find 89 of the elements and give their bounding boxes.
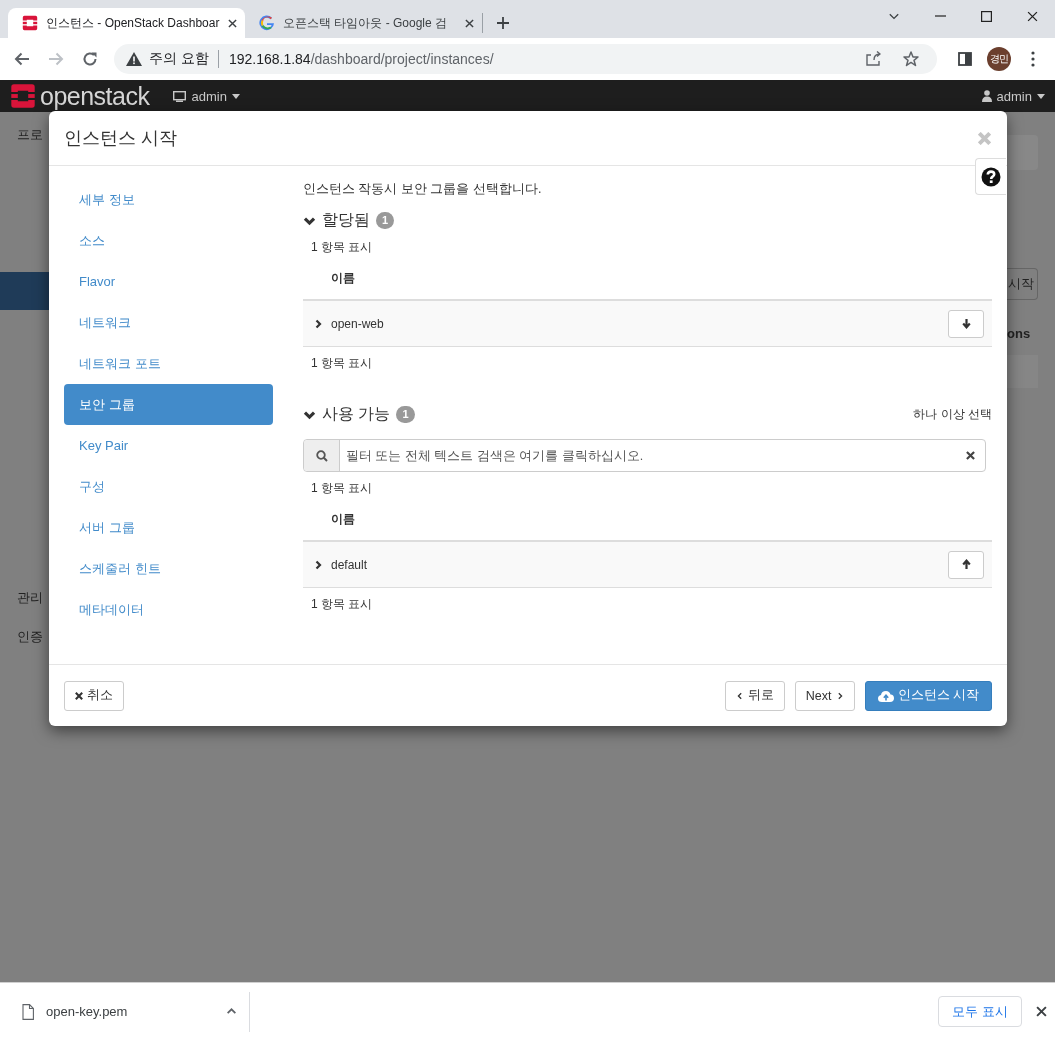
google-g-icon — [259, 15, 275, 31]
search-box[interactable]: 필터 또는 전체 텍스트 검색은 여기를 클릭하십시오. — [303, 439, 986, 472]
close-icon — [465, 18, 474, 28]
browser-tab[interactable]: 인스턴스 - OpenStack Dashboar — [8, 8, 245, 38]
chevron-up-icon — [226, 1006, 237, 1017]
hint-text: 하나 이상 선택 — [913, 405, 992, 423]
help-button[interactable] — [975, 158, 1006, 195]
monitor-icon — [173, 90, 187, 102]
item-count-text: 1 항목 표시 — [310, 239, 374, 255]
down-arrow-icon — [960, 318, 972, 329]
minimize-icon — [934, 15, 946, 17]
logo-text: openstack — [40, 83, 150, 109]
item-count-text: 1 항목 표시 — [310, 596, 374, 612]
wizard-step[interactable]: Flavor — [64, 261, 273, 302]
close-icon — [228, 18, 237, 28]
star-icon — [903, 51, 919, 67]
show-all-button[interactable]: 모두 표시 — [938, 996, 1022, 1027]
wizard-step[interactable]: Key Pair — [64, 425, 273, 466]
browser-tab[interactable]: 오픈스택 타임아웃 - Google 검 — [245, 8, 482, 38]
close-icon — [1026, 10, 1038, 22]
table-cell-text: open-web — [331, 316, 385, 331]
close-icon — [1036, 1006, 1047, 1017]
back-button[interactable]: 뒤로 — [724, 680, 785, 711]
chevron-right-icon — [313, 559, 323, 570]
section-title[interactable]: 할당됨 — [322, 209, 370, 231]
chevron-right-icon — [835, 691, 844, 700]
wizard-step[interactable]: 세부 정보 — [64, 179, 273, 220]
item-count-text: 1 항목 표시 — [310, 355, 374, 371]
filter-panel — [1007, 135, 1038, 170]
openstack-logo-icon — [22, 15, 38, 31]
count-badge: 1 — [396, 405, 415, 423]
table-row — [1007, 355, 1038, 388]
close-icon — [966, 451, 975, 460]
wizard-step[interactable]: 네트워크 — [64, 302, 273, 343]
url-text: 192.168.1.84/dashboard/project/instances/ — [227, 51, 495, 67]
sidebar-highlight — [0, 272, 49, 310]
item-count-text: 1 항목 표시 — [310, 480, 374, 496]
user-icon — [981, 90, 992, 102]
maximize-icon — [980, 10, 992, 22]
column-header: ons — [1007, 326, 1031, 341]
wizard-step[interactable]: 메타데이터 — [64, 589, 273, 630]
download-item[interactable]: open-key.pem — [22, 991, 237, 1032]
reload-icon — [82, 51, 98, 67]
caret-icon — [231, 93, 240, 99]
description-text: 인스턴스 작동시 보안 그룹을 선택합니다. — [303, 181, 543, 197]
sidebar-item[interactable]: 프로 — [0, 126, 49, 144]
chevron-right-icon — [313, 318, 323, 329]
table-cell-text: default — [331, 557, 369, 572]
close-icon — [978, 131, 991, 145]
launch-instance-button[interactable]: 인스턴스 시작 — [864, 680, 992, 711]
help-icon — [981, 166, 1001, 187]
forward-arrow-icon — [48, 51, 64, 67]
share-icon — [865, 51, 881, 67]
wizard-step[interactable]: 소스 — [64, 220, 273, 261]
dialog-title: 인스턴스 시작 — [64, 127, 177, 150]
file-icon — [22, 1003, 34, 1020]
launch-button[interactable]: 시작 — [1007, 268, 1038, 300]
wizard-step[interactable]: 네트워크 포트 — [64, 343, 273, 384]
wizard-step[interactable]: 스케줄러 힌트 — [64, 548, 273, 589]
menu-icon — [1031, 51, 1035, 67]
chevron-left-icon — [735, 691, 744, 700]
project-menu[interactable]: admin — [173, 88, 240, 104]
cloud-upload-icon — [877, 689, 894, 702]
security-indicator[interactable]: 주의 요함 — [126, 50, 219, 68]
sidebar-item[interactable]: 인증 — [0, 628, 49, 646]
allocate-button[interactable] — [948, 550, 984, 579]
section-title[interactable]: 사용 가능 — [322, 403, 391, 425]
address-bar[interactable]: 주의 요함 192.168.1.84/dashboard/project/instances/ — [114, 44, 937, 74]
search-icon — [315, 449, 328, 462]
sidebar-item[interactable]: 관리 — [0, 589, 49, 607]
plus-icon — [496, 16, 510, 30]
openstack-logo-icon — [10, 83, 36, 109]
wizard-step[interactable]: 서버 그룹 — [64, 507, 273, 548]
up-arrow-icon — [960, 559, 972, 570]
profile-avatar[interactable]: 경민 — [987, 47, 1011, 71]
back-arrow-icon — [14, 51, 30, 67]
wizard-step[interactable]: 보안 그룹 — [64, 384, 273, 425]
count-badge: 1 — [376, 211, 395, 229]
deallocate-button[interactable] — [948, 309, 984, 338]
warning-icon — [126, 52, 142, 66]
next-button[interactable]: Next — [794, 680, 855, 711]
close-button[interactable] — [1036, 1006, 1047, 1017]
wizard-step[interactable]: 구성 — [64, 466, 273, 507]
close-icon — [75, 691, 83, 700]
side-panel-icon — [958, 52, 972, 66]
cancel-button[interactable]: 취소 — [64, 680, 124, 711]
search-field[interactable]: 필터 또는 전체 텍스트 검색은 여기를 클릭하십시오. — [340, 440, 956, 471]
caret-icon — [1037, 93, 1045, 99]
user-menu[interactable]: admin — [981, 88, 1045, 104]
